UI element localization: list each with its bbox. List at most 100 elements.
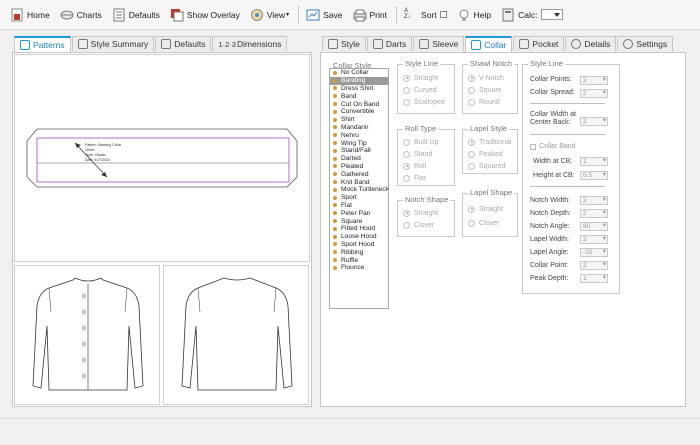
notch-shape-title: Notch Shape bbox=[403, 195, 451, 204]
notch-depth-input[interactable]: 2 bbox=[580, 209, 608, 218]
collar-style-item[interactable]: Mock Turtleneck bbox=[330, 186, 388, 194]
width-cb-input[interactable]: 1 bbox=[580, 157, 608, 166]
shawl-notch-round-radio[interactable]: Round bbox=[468, 96, 504, 108]
collar-style-item[interactable]: Nehru bbox=[330, 131, 388, 139]
tab-style[interactable]: Style bbox=[322, 36, 366, 51]
collar-width-input[interactable]: 2 bbox=[580, 117, 608, 126]
collar-style-list[interactable]: No Collar Banding Dress Shirt Band Cut On Ba… bbox=[329, 68, 389, 309]
collar-style-item[interactable]: Ruffle bbox=[330, 256, 388, 264]
lapel-style-group: Lapel Style Traditional Peaked Squared bbox=[462, 124, 518, 174]
collar-style-item[interactable]: Sport Hood bbox=[330, 241, 388, 249]
roll-type-stand-radio[interactable]: Stand bbox=[403, 148, 439, 160]
tab-settings[interactable]: Settings bbox=[617, 36, 674, 51]
print-button[interactable]: Print bbox=[349, 4, 391, 26]
height-cb-label: Height at CB: bbox=[533, 172, 575, 179]
collar-style-item[interactable]: Fitted Hood bbox=[330, 225, 388, 233]
collar-style-item[interactable]: Shirt bbox=[330, 116, 388, 124]
defaults-button[interactable]: Defaults bbox=[108, 4, 164, 26]
collar-style-item[interactable]: Pleated bbox=[330, 163, 388, 171]
collar-style-item[interactable]: Mandarin bbox=[330, 124, 388, 132]
pattern-label-block: Pattern: Banding Collar Client: Style: C… bbox=[85, 143, 121, 163]
collar-style-item[interactable]: Ribbing bbox=[330, 248, 388, 256]
show-overlay-button[interactable]: Show Overlay bbox=[166, 4, 244, 26]
pocket-icon bbox=[519, 39, 530, 49]
collar-style-item[interactable]: Darted bbox=[330, 155, 388, 163]
roll-type-built-up-radio[interactable]: Built Up bbox=[403, 136, 439, 148]
notch-angle-input[interactable]: 90 bbox=[580, 222, 608, 231]
lapel-shape-straight-radio[interactable]: Straight bbox=[468, 203, 503, 215]
roll-type-roll-radio[interactable]: Roll bbox=[403, 160, 439, 172]
sort-checkbox[interactable] bbox=[439, 11, 447, 18]
calc-select[interactable] bbox=[541, 9, 564, 20]
style-line-scalloped-radio[interactable]: Scalloped bbox=[403, 96, 445, 108]
lapel-width-input[interactable]: 2 bbox=[580, 235, 608, 244]
shawl-notch-vnotch-radio[interactable]: V-Notch bbox=[468, 72, 504, 84]
peak-depth-input[interactable]: 1 bbox=[580, 274, 608, 283]
bullet-icon bbox=[333, 78, 337, 83]
collar-style-item[interactable]: Convertible bbox=[330, 108, 388, 116]
charts-icon bbox=[60, 8, 74, 22]
tab-defaults[interactable]: Defaults bbox=[155, 36, 212, 51]
bullet-icon bbox=[333, 102, 337, 107]
charts-label: Charts bbox=[76, 9, 102, 20]
shawl-notch-square-radio[interactable]: Square bbox=[468, 84, 504, 96]
collar-style-item[interactable]: Wing Tip bbox=[330, 139, 388, 147]
collar-style-item[interactable]: Banding bbox=[330, 76, 388, 85]
collar-style-item-label: Loose Hood bbox=[341, 233, 377, 241]
notch-shape-straight-radio[interactable]: Straight bbox=[403, 207, 438, 219]
lapel-style-squared-radio[interactable]: Squared bbox=[468, 160, 511, 172]
view-label: View bbox=[266, 9, 286, 20]
collar-spread-input[interactable]: 2 bbox=[580, 89, 608, 98]
height-cb-input[interactable]: 0.5 bbox=[580, 171, 608, 180]
tab-darts[interactable]: Darts bbox=[366, 36, 413, 51]
bullet-icon bbox=[333, 211, 337, 216]
sort-button[interactable]: A Z↓ Sort bbox=[400, 4, 451, 26]
lapel-style-traditional-radio[interactable]: Traditional bbox=[468, 136, 511, 148]
collar-style-item[interactable]: Stand/Fall bbox=[330, 147, 388, 155]
collar-style-item[interactable]: Flat bbox=[330, 202, 388, 210]
collar-style-item[interactable]: Peter Pan bbox=[330, 209, 388, 217]
style-line-straight-radio[interactable]: Straight bbox=[403, 72, 445, 84]
collar-point-input[interactable]: 2 bbox=[580, 261, 608, 270]
home-icon bbox=[10, 8, 24, 22]
tab-pocket[interactable]: Pocket bbox=[513, 36, 565, 51]
collar-style-item[interactable]: No Collar bbox=[330, 69, 388, 77]
tab-style-summary[interactable]: Style Summary bbox=[71, 36, 155, 51]
collar-style-item[interactable]: Cut On Band bbox=[330, 100, 388, 108]
style-line-curved-radio[interactable]: Curved bbox=[403, 84, 445, 96]
tab-details[interactable]: Details bbox=[565, 36, 617, 51]
collar-style-item-label: Ribbing bbox=[341, 248, 364, 256]
notch-shape-clover-radio[interactable]: Clover bbox=[403, 219, 438, 231]
bullet-icon bbox=[333, 133, 337, 138]
collar-style-item[interactable]: Loose Hood bbox=[330, 233, 388, 241]
tab-sleeve[interactable]: Sleeve bbox=[413, 36, 465, 51]
tab-dimensions[interactable]: 1·2·3 Dimensions bbox=[212, 36, 288, 51]
home-button[interactable]: Home bbox=[6, 4, 54, 26]
collar-style-item[interactable]: Dress Shirt bbox=[330, 85, 388, 93]
collar-style-item[interactable]: Square bbox=[330, 217, 388, 225]
save-button[interactable]: Save bbox=[302, 4, 346, 26]
main-toolbar: Home Charts Defaults Show Overlay View ▾… bbox=[0, 0, 700, 30]
lapel-angle-input[interactable]: -15 bbox=[580, 248, 608, 257]
collar-style-item[interactable]: Knit Band bbox=[330, 178, 388, 186]
tab-patterns[interactable]: Patterns bbox=[14, 36, 71, 52]
bullet-icon bbox=[333, 164, 337, 169]
collar-style-item[interactable]: Band bbox=[330, 92, 388, 100]
lapel-angle-label: Lapel Angle: bbox=[530, 249, 569, 256]
back-view-panel bbox=[163, 265, 309, 405]
collar-band-checkbox[interactable]: Collar Band bbox=[530, 143, 576, 150]
charts-button[interactable]: Charts bbox=[56, 4, 106, 26]
collar-style-item-label: Band bbox=[341, 92, 357, 100]
collar-style-item[interactable]: Sport bbox=[330, 194, 388, 202]
lapel-style-peaked-radio[interactable]: Peaked bbox=[468, 148, 511, 160]
roll-type-flat-radio[interactable]: Flat bbox=[403, 172, 439, 184]
lapel-shape-clover-radio[interactable]: Clover bbox=[468, 217, 503, 229]
collar-style-item[interactable]: Flounce bbox=[330, 264, 388, 272]
tab-collar[interactable]: Collar bbox=[465, 36, 513, 52]
notch-width-input[interactable]: 2 bbox=[580, 196, 608, 205]
collar-style-item[interactable]: Gathered bbox=[330, 170, 388, 178]
collar-style-item-label: Nehru bbox=[341, 131, 359, 139]
help-button[interactable]: Help bbox=[453, 4, 495, 26]
collar-points-input[interactable]: 2 bbox=[580, 76, 608, 85]
view-dropdown[interactable]: View ▾ bbox=[246, 4, 293, 26]
